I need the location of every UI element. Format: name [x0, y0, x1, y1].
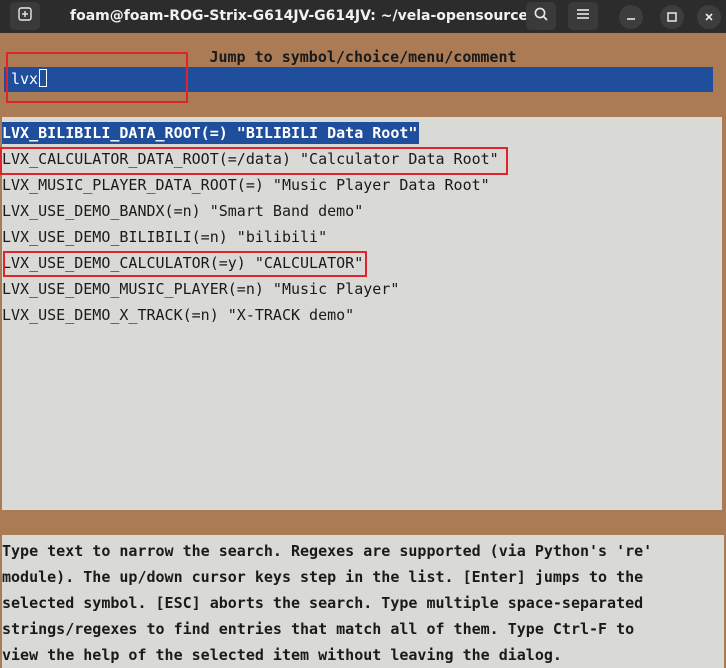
close-icon — [703, 8, 715, 27]
minimize-button[interactable] — [619, 5, 643, 29]
result-item-selected[interactable]: LVX_BILIBILI_DATA_ROOT(=) "BILIBILI Data… — [2, 122, 420, 144]
window-titlebar: foam@foam-ROG-Strix-G614JV-G614JV: ~/vel… — [0, 0, 726, 33]
result-item[interactable]: LVX_USE_DEMO_X_TRACK(=n) "X-TRACK demo" — [2, 304, 354, 326]
search-input-value: lvx — [11, 70, 39, 88]
hamburger-menu-icon — [575, 6, 591, 26]
new-tab-button[interactable] — [10, 2, 40, 30]
new-tab-icon — [17, 6, 33, 26]
result-item[interactable]: LVX_USE_DEMO_CALCULATOR(=y) "CALCULATOR" — [2, 252, 363, 274]
menu-button[interactable] — [568, 2, 598, 30]
result-item[interactable]: LVX_USE_DEMO_BANDX(=n) "Smart Band demo" — [2, 200, 363, 222]
search-button[interactable] — [526, 2, 556, 30]
search-input[interactable]: lvx — [4, 67, 713, 92]
search-icon — [533, 6, 549, 26]
result-item[interactable]: LVX_USE_DEMO_BILIBILI(=n) "bilibili" — [2, 226, 327, 248]
help-line: Type text to narrow the search. Regexes … — [2, 542, 653, 560]
help-line: view the help of the selected item witho… — [2, 646, 562, 664]
close-button[interactable] — [697, 5, 721, 29]
maximize-button[interactable] — [660, 5, 684, 29]
result-item[interactable]: LVX_MUSIC_PLAYER_DATA_ROOT(=) "Music Pla… — [2, 174, 490, 196]
help-line: strings/regexes to find entries that mat… — [2, 620, 635, 638]
results-list[interactable]: LVX_BILIBILI_DATA_ROOT(=) "BILIBILI Data… — [2, 117, 722, 510]
help-text-panel: Type text to narrow the search. Regexes … — [2, 535, 724, 668]
window-title: foam@foam-ROG-Strix-G614JV-G614JV: ~/vel… — [70, 8, 528, 24]
maximize-icon — [666, 8, 678, 27]
minimize-icon — [625, 8, 637, 27]
dialog-title: Jump to symbol/choice/menu/comment — [209, 48, 517, 66]
text-cursor — [39, 69, 48, 87]
help-line: module). The up/down cursor keys step in… — [2, 568, 644, 586]
result-item[interactable]: LVX_CALCULATOR_DATA_ROOT(=/data) "Calcul… — [2, 148, 499, 170]
help-line: selected symbol. [ESC] aborts the search… — [2, 594, 644, 612]
result-item[interactable]: LVX_USE_DEMO_MUSIC_PLAYER(=n) "Music Pla… — [2, 278, 399, 300]
terminal-viewport[interactable]: Jump to symbol/choice/menu/comment lvx L… — [0, 33, 726, 668]
